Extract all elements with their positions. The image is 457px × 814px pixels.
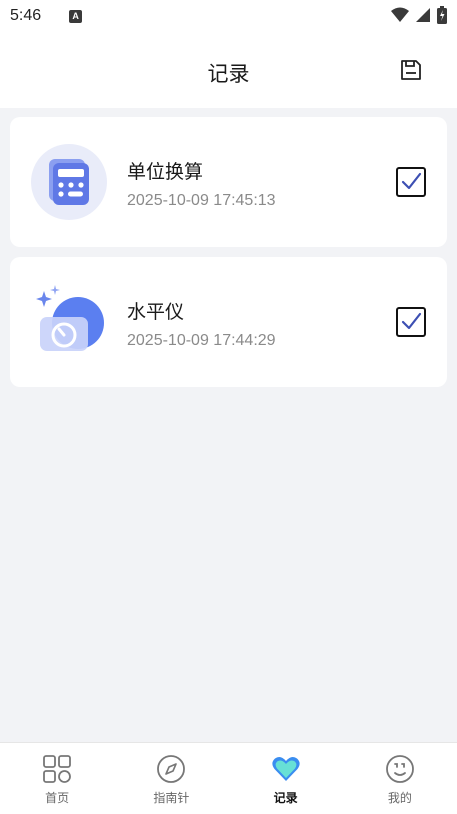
- page-title: 记录: [207, 62, 250, 86]
- smile-icon: [385, 755, 414, 783]
- checkmark-icon: [401, 312, 422, 330]
- tab-compass[interactable]: 指南针: [114, 743, 228, 814]
- calculator-icon: [30, 143, 108, 221]
- status-icons: [391, 6, 447, 24]
- header: 记录: [0, 32, 457, 108]
- record-title: 水平仪: [127, 301, 185, 323]
- tab-label: 指南针: [153, 791, 190, 805]
- record-checkbox[interactable]: [396, 167, 426, 197]
- record-list: 单位换算 2025-10-09 17:45:13 水平仪 2025-10-09 …: [10, 117, 447, 397]
- tab-home[interactable]: 首页: [0, 743, 114, 814]
- battery-icon: [437, 6, 447, 24]
- signal-icon: [416, 8, 430, 22]
- record-card[interactable]: 单位换算 2025-10-09 17:45:13: [10, 117, 447, 247]
- heart-icon: [271, 756, 300, 781]
- record-timestamp: 2025-10-09 17:45:13: [127, 192, 276, 209]
- record-title: 单位换算: [127, 161, 204, 183]
- level-icon: [30, 283, 108, 361]
- status-bar: 5:46 A: [0, 0, 457, 32]
- compass-icon: [157, 755, 186, 783]
- checkmark-icon: [401, 172, 422, 190]
- tab-profile[interactable]: 我的: [343, 743, 457, 814]
- record-checkbox[interactable]: [396, 307, 426, 337]
- record-timestamp: 2025-10-09 17:44:29: [127, 332, 276, 349]
- tab-label: 记录: [273, 791, 298, 805]
- tab-label: 我的: [387, 791, 412, 805]
- record-card[interactable]: 水平仪 2025-10-09 17:44:29: [10, 257, 447, 387]
- save-button[interactable]: [399, 58, 423, 82]
- notification-badge: A: [69, 9, 83, 23]
- home-grid-icon: [43, 755, 72, 783]
- wifi-icon: [391, 7, 409, 22]
- bottom-tab-bar: 首页 指南针 记录 我的: [0, 742, 457, 814]
- tab-label: 首页: [45, 791, 70, 805]
- status-time: 5:46: [10, 7, 42, 24]
- save-icon: [401, 60, 421, 80]
- tab-records[interactable]: 记录: [229, 743, 343, 814]
